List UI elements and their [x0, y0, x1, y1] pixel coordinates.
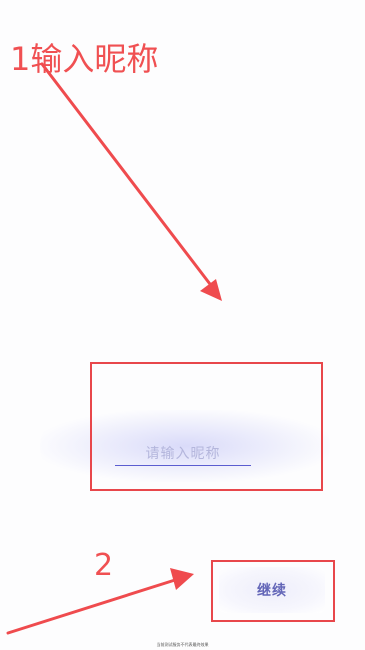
annotation-highlight-nickname: [90, 362, 323, 491]
annotation-step1: 1输入昵称: [10, 40, 159, 78]
continue-button[interactable]: 继续: [219, 567, 325, 613]
arrow-step1: [40, 62, 222, 301]
annotation-step2: 2: [94, 548, 114, 583]
annotation-arrows: [6, 62, 222, 635]
footer-note: 当前测试服务不代表最终效果: [156, 642, 209, 647]
nickname-input[interactable]: [115, 443, 251, 466]
page: 1输入昵称 2 继续 当前测试服务不代表最终效果: [0, 0, 365, 650]
